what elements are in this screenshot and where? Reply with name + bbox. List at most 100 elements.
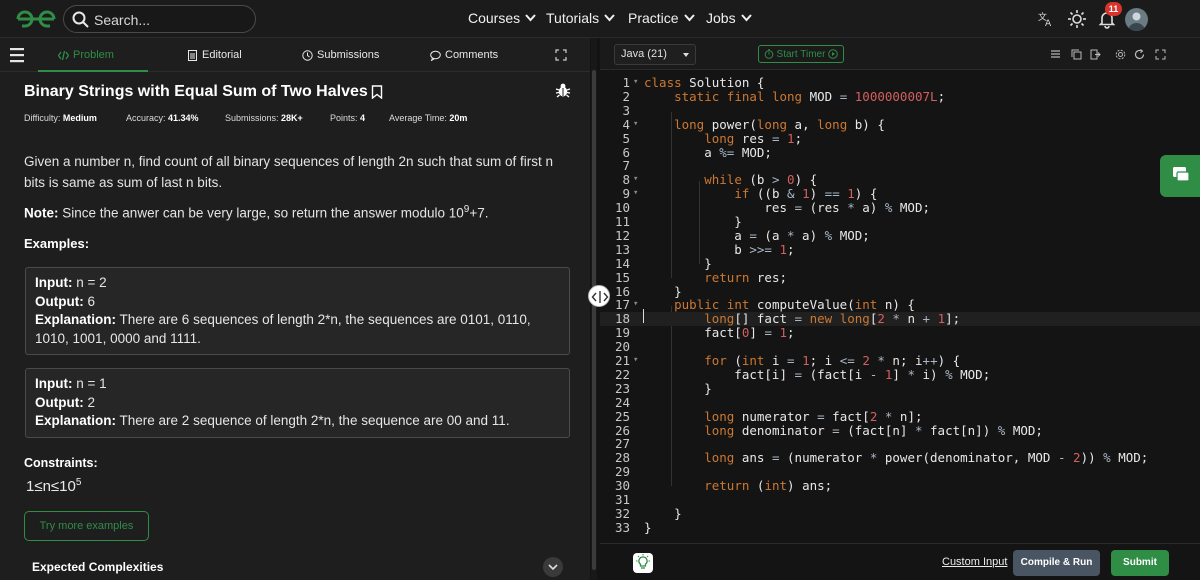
line-number: 31 (600, 493, 630, 507)
tab-problem[interactable]: Problem (58, 49, 114, 61)
nav-practice[interactable]: Practice (628, 10, 695, 26)
line-number: 5 (600, 132, 630, 146)
code-line[interactable]: 16 } (600, 285, 1200, 299)
example-input: Input: n = 2 (35, 274, 560, 293)
submissions-meta: Submissions: 28K+ (225, 113, 303, 123)
output-value: 2 (88, 395, 96, 410)
compile-run-button[interactable]: Compile & Run (1013, 550, 1100, 576)
fold-caret-icon[interactable]: ▾ (633, 354, 638, 368)
translate-icon[interactable]: 文 A (1035, 9, 1055, 29)
reset-icon[interactable] (1134, 49, 1145, 60)
submit-button[interactable]: Submit (1111, 550, 1169, 576)
example-explanation: Explanation: There are 6 sequences of le… (35, 311, 560, 348)
code-line[interactable]: 27 (600, 437, 1200, 451)
stopwatch-icon (764, 49, 774, 59)
fold-caret-icon[interactable]: ▾ (633, 173, 638, 187)
code-line[interactable]: 4▾ long power(long a, long b) { (600, 118, 1200, 132)
tab-comments[interactable]: Comments (430, 49, 498, 61)
note-tail: +7. (469, 206, 488, 221)
fold-caret-icon[interactable]: ▾ (633, 118, 638, 132)
code-line[interactable]: 9▾ if ((b & 1) == 1) { (600, 187, 1200, 201)
code-line[interactable]: 13 b >>= 1; (600, 243, 1200, 257)
report-bug-icon[interactable] (555, 82, 571, 98)
note-label: Note: (24, 206, 59, 221)
code-text: static final long MOD = 1000000007L; (644, 90, 945, 104)
code-line[interactable]: 30 return (int) ans; (600, 479, 1200, 493)
code-editor[interactable]: 1▾class Solution {2 static final long MO… (600, 70, 1200, 530)
menu-icon[interactable] (10, 47, 24, 63)
difficulty-value: Medium (63, 113, 97, 123)
code-line[interactable]: 14 } (600, 257, 1200, 271)
code-text: return (int) ans; (644, 479, 832, 493)
code-line[interactable]: 17▾ public int computeValue(int n) { (600, 298, 1200, 312)
gfg-logo-icon[interactable] (14, 8, 58, 30)
panel-resize-handle[interactable] (588, 285, 610, 307)
code-line[interactable]: 10 res = (res * a) % MOD; (600, 201, 1200, 215)
search-icon (71, 10, 91, 30)
code-line[interactable]: 33} (600, 521, 1200, 535)
tab-editorial-label: Editorial (202, 49, 242, 61)
format-icon[interactable] (1050, 49, 1061, 60)
code-line[interactable]: 26 long denominator = (fact[n] * fact[n]… (600, 424, 1200, 438)
code-line[interactable]: 7 (600, 159, 1200, 173)
code-line[interactable]: 32 } (600, 507, 1200, 521)
code-text: class Solution { (644, 76, 764, 90)
code-line[interactable]: 22 fact[i] = (fact[i - 1] * i) % MOD; (600, 368, 1200, 382)
code-line[interactable]: 5 long res = 1; (600, 132, 1200, 146)
problem-scrollbar-thumb[interactable] (592, 70, 596, 570)
code-line[interactable]: 3 (600, 104, 1200, 118)
fold-caret-icon[interactable]: ▾ (633, 298, 638, 312)
code-line[interactable]: 2 static final long MOD = 1000000007L; (600, 90, 1200, 104)
copy-icon[interactable] (1071, 49, 1082, 60)
settings-icon[interactable] (1115, 49, 1126, 60)
explanation-label: Explanation: (35, 312, 116, 327)
tab-editorial[interactable]: Editorial (187, 49, 242, 61)
code-line[interactable]: 11 } (600, 215, 1200, 229)
notification-badge: 11 (1105, 2, 1122, 16)
code-line[interactable]: 29 (600, 465, 1200, 479)
theme-toggle-icon[interactable] (1067, 9, 1087, 29)
accuracy-value: 41.34% (168, 113, 199, 123)
start-timer-button[interactable]: Start Timer (758, 45, 844, 63)
custom-input-link[interactable]: Custom Input (942, 556, 1007, 568)
problem-title: Binary Strings with Equal Sum of Two Hal… (24, 83, 368, 101)
points-meta: Points: 4 (330, 113, 365, 123)
try-more-examples-button[interactable]: Try more examples (24, 511, 149, 541)
nav-tutorials[interactable]: Tutorials (546, 10, 615, 26)
fullscreen-icon[interactable] (1155, 49, 1166, 60)
code-line[interactable]: 23 } (600, 382, 1200, 396)
code-line[interactable]: 6 a %= MOD; (600, 146, 1200, 160)
code-line[interactable]: 15 return res; (600, 271, 1200, 285)
nav-courses[interactable]: Courses (468, 10, 536, 26)
submissions-value: 28K+ (281, 113, 303, 123)
line-number: 28 (600, 451, 630, 465)
import-icon[interactable] (1090, 49, 1101, 60)
code-line[interactable]: 20 (600, 340, 1200, 354)
code-line[interactable]: 31 (600, 493, 1200, 507)
code-line[interactable]: 18 long[] fact = new long[2 * n + 1]; (600, 312, 1200, 326)
fold-caret-icon[interactable]: ▾ (633, 76, 638, 90)
code-line[interactable]: 1▾class Solution { (600, 76, 1200, 90)
code-line[interactable]: 19 fact[0] = 1; (600, 326, 1200, 340)
bookmark-icon[interactable] (371, 85, 383, 99)
code-line[interactable]: 25 long numerator = fact[2 * n]; (600, 410, 1200, 424)
collapse-toggle[interactable] (543, 557, 563, 577)
resize-arrows-icon (589, 286, 611, 308)
code-line[interactable]: 28 long ans = (numerator * power(denomin… (600, 451, 1200, 465)
code-line[interactable]: 8▾ while (b > 0) { (600, 173, 1200, 187)
code-line[interactable]: 21▾ for (int i = 1; i <= 2 * n; i++) { (600, 354, 1200, 368)
chat-button[interactable] (1160, 155, 1200, 197)
expected-complexities-heading[interactable]: Expected Complexities (32, 560, 163, 574)
active-tab-indicator (38, 70, 148, 72)
nav-jobs[interactable]: Jobs (706, 10, 752, 26)
hint-button[interactable] (633, 553, 653, 573)
fold-caret-icon[interactable]: ▾ (633, 187, 638, 201)
tab-submissions[interactable]: Submissions (302, 49, 379, 61)
avatar[interactable] (1125, 8, 1148, 31)
search-box[interactable]: Search... (63, 5, 256, 33)
code-line[interactable]: 24 (600, 396, 1200, 410)
code-line[interactable]: 12 a = (a * a) % MOD; (600, 229, 1200, 243)
language-select[interactable]: Java (21) (614, 44, 696, 65)
line-number: 22 (600, 368, 630, 382)
expand-icon[interactable] (555, 49, 567, 61)
